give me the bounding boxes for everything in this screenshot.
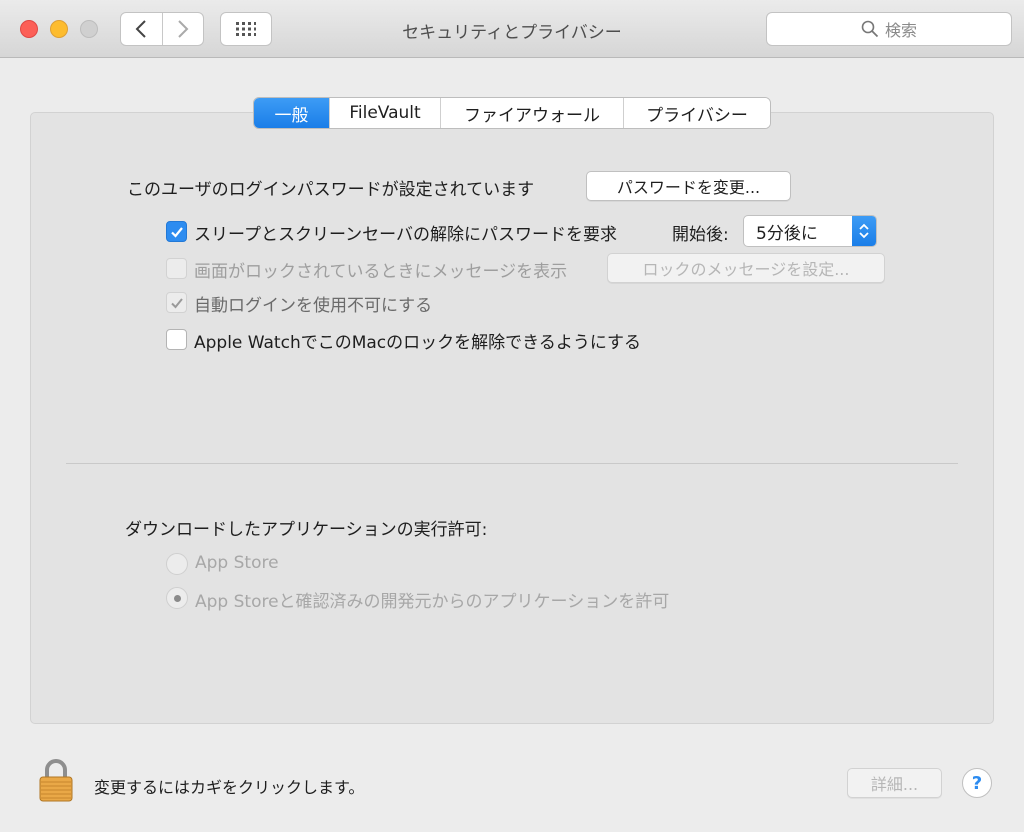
- radio-app-store-and-developers[interactable]: [166, 587, 188, 609]
- content-panel: [30, 112, 994, 724]
- require-password-checkbox[interactable]: [166, 221, 187, 242]
- title-bar: セキュリティとプライバシー 検索: [0, 0, 1024, 58]
- forward-button[interactable]: [161, 13, 204, 45]
- advanced-button[interactable]: 詳細...: [847, 768, 942, 798]
- back-button[interactable]: [121, 13, 162, 45]
- require-password-label: スリープとスクリーンセーバの解除にパスワードを要求: [194, 225, 617, 245]
- zoom-window-button[interactable]: [80, 20, 98, 38]
- change-password-button[interactable]: パスワードを変更...: [586, 171, 791, 201]
- grid-icon: [236, 22, 256, 36]
- tab-firewall[interactable]: ファイアウォール: [440, 98, 623, 128]
- search-placeholder: 検索: [884, 21, 917, 40]
- start-after-select[interactable]: 5分後に: [743, 215, 877, 247]
- tab-privacy[interactable]: プライバシー: [623, 98, 770, 128]
- login-password-text: このユーザのログインパスワードが設定されています: [127, 180, 535, 200]
- disable-auto-login-checkbox[interactable]: [166, 292, 187, 313]
- radio-app-store-label: App Store: [195, 553, 279, 573]
- apple-watch-unlock-label: Apple WatchでこのMacのロックを解除できるようにする: [194, 333, 641, 353]
- help-button[interactable]: ?: [962, 768, 992, 798]
- checkmark-icon: [170, 226, 183, 238]
- start-after-label: 開始後:: [672, 225, 729, 245]
- start-after-value: 5分後に: [756, 223, 818, 244]
- downloads-heading: ダウンロードしたアプリケーションの実行許可:: [125, 520, 488, 540]
- show-message-checkbox[interactable]: [166, 258, 187, 279]
- radio-app-store-and-developers-label: App Storeと確認済みの開発元からのアプリケーションを許可: [195, 592, 670, 612]
- stepper-arrows-icon: [852, 216, 876, 246]
- search-field[interactable]: 検索: [766, 12, 1012, 46]
- show-all-button[interactable]: [220, 12, 272, 46]
- lock-icon[interactable]: [38, 758, 74, 802]
- tab-general[interactable]: 一般: [254, 98, 329, 128]
- close-window-button[interactable]: [20, 20, 38, 38]
- checkmark-icon: [170, 297, 183, 308]
- radio-app-store[interactable]: [166, 553, 188, 575]
- show-message-label: 画面がロックされているときにメッセージを表示: [194, 262, 568, 282]
- tab-filevault[interactable]: FileVault: [329, 98, 440, 128]
- search-icon: [861, 20, 879, 38]
- window-title: セキュリティとプライバシー: [402, 23, 622, 43]
- chevron-right-icon: [178, 20, 189, 38]
- radio-selected-dot: [173, 594, 181, 602]
- lock-hint-text: 変更するにはカギをクリックします。: [94, 778, 365, 797]
- navigation-buttons: [120, 12, 204, 46]
- tab-bar: 一般 FileVault ファイアウォール プライバシー: [253, 97, 771, 129]
- apple-watch-unlock-checkbox[interactable]: [166, 329, 187, 350]
- disable-auto-login-label: 自動ログインを使用不可にする: [194, 296, 433, 316]
- section-divider: [66, 463, 958, 464]
- set-lock-message-button[interactable]: ロックのメッセージを設定...: [607, 253, 885, 283]
- minimize-window-button[interactable]: [50, 20, 68, 38]
- chevron-left-icon: [135, 20, 146, 38]
